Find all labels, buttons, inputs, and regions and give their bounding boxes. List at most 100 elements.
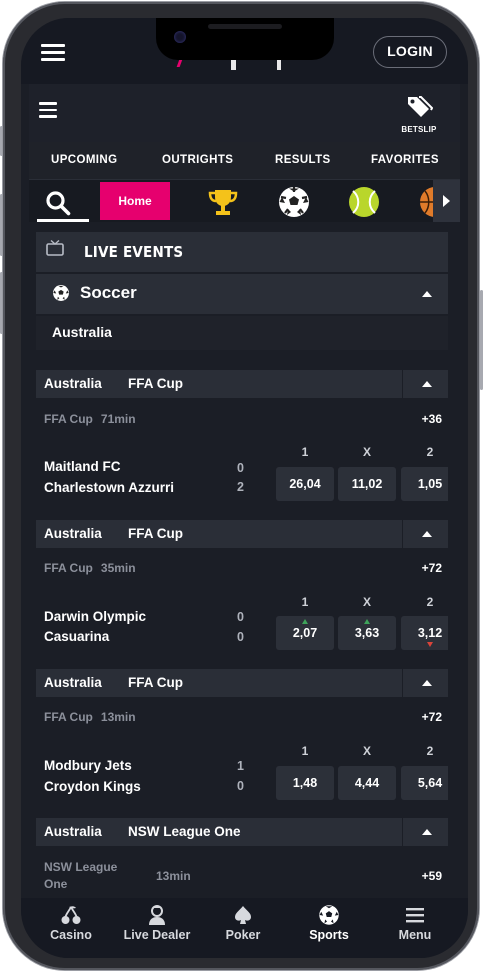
odds-draw-button[interactable]: 4,44 — [338, 766, 396, 800]
competition-collapse-button[interactable] — [402, 370, 448, 398]
nav-casino-label: Casino — [50, 928, 92, 942]
live-events-list: LIVE EVENTS Soccer Australia Australia F… — [36, 230, 448, 898]
competition-name: FFA Cup — [128, 526, 183, 541]
more-markets-link[interactable]: +36 — [422, 412, 442, 426]
away-score: 0 — [237, 779, 244, 793]
col-draw-label: X — [362, 445, 371, 459]
tennis-ball-icon[interactable] — [347, 185, 381, 219]
competition-country: Australia — [44, 675, 102, 690]
event-meta: FFA Cup 71min — [44, 412, 136, 426]
bottom-navigation: Casino Live Dealer Poker Sports Menu — [21, 898, 468, 958]
odds-away-button[interactable]: 5,64 — [401, 766, 448, 800]
live-events-header[interactable]: LIVE EVENTS — [36, 232, 448, 272]
event-meta: FFA Cup 13min — [44, 710, 136, 724]
odds-value: 2,07 — [292, 626, 318, 640]
home-team[interactable]: Darwin Olympic — [44, 609, 146, 624]
col-draw-label: X — [362, 744, 371, 758]
cherries-icon — [61, 906, 81, 924]
event-time: 13min — [100, 710, 136, 724]
competition-header[interactable]: Australia FFA Cup — [36, 520, 448, 548]
odds-home-button[interactable]: 2,07 — [276, 616, 334, 650]
odds-draw-button[interactable]: 3,63 — [338, 616, 396, 650]
nav-poker[interactable]: Poker — [203, 904, 283, 942]
region-title: Australia — [52, 324, 112, 340]
nav-sports-label: Sports — [309, 928, 349, 942]
competition-country: Australia — [44, 376, 102, 391]
soccer-ball-icon[interactable] — [277, 185, 311, 219]
competition-header[interactable]: Australia FFA Cup — [36, 669, 448, 697]
betslip-button[interactable]: BETSLIP — [399, 94, 439, 134]
odds-draw-button[interactable]: 11,02 — [338, 467, 396, 501]
spade-icon — [235, 906, 251, 924]
caret-up-icon — [422, 381, 432, 387]
sports-bar: Home — [29, 180, 460, 222]
away-team[interactable]: Croydon Kings — [44, 779, 141, 794]
event-time: 35min — [100, 561, 136, 575]
competition-collapse-button[interactable] — [402, 520, 448, 548]
odds-away-button[interactable]: 1,05 — [401, 467, 448, 501]
nav-sports[interactable]: Sports — [289, 904, 369, 942]
competition-name: NSW League One — [128, 824, 241, 839]
market-tabs: UPCOMING OUTRIGHTS RESULTS FAVORITES — [29, 142, 460, 180]
tab-outrights[interactable]: OUTRIGHTS — [162, 154, 233, 166]
soccer-ball-icon — [319, 905, 339, 925]
col-away-label: 2 — [426, 744, 434, 758]
soccer-section-header[interactable]: Soccer — [36, 274, 448, 314]
region-header[interactable]: Australia — [36, 316, 448, 350]
search-active-indicator — [37, 219, 89, 222]
sports-scroll-right-button[interactable] — [433, 180, 460, 222]
event-competition-line1: NSW League — [44, 860, 118, 874]
soccer-ball-icon — [53, 285, 69, 301]
sportsbook-menu-icon[interactable] — [39, 102, 57, 118]
col-home-label: 1 — [301, 744, 309, 758]
home-team[interactable]: Modbury Jets — [44, 758, 132, 773]
competition-header[interactable]: Australia FFA Cup — [36, 370, 448, 398]
odds-value: 3,12 — [417, 626, 443, 640]
collapse-caret-icon[interactable] — [422, 291, 432, 297]
away-team[interactable]: Casuarina — [44, 629, 109, 644]
home-score: 1 — [237, 759, 244, 773]
login-button[interactable]: LOGIN — [373, 36, 447, 68]
front-camera — [174, 31, 186, 43]
odds-away-button[interactable]: 3,12 — [401, 616, 448, 650]
trophy-icon[interactable] — [206, 185, 240, 219]
col-draw-label: X — [362, 595, 371, 609]
search-icon[interactable] — [45, 190, 71, 216]
tab-results[interactable]: RESULTS — [275, 154, 331, 166]
odds-home-button[interactable]: 1,48 — [276, 766, 334, 800]
competition-header[interactable]: Australia NSW League One — [36, 818, 448, 846]
col-home-label: 1 — [301, 595, 309, 609]
home-score: 0 — [237, 461, 244, 475]
phone-frame: LOGIN BETSLIP UPCOMING OUTRIGHTS RESULTS… — [3, 2, 479, 970]
more-markets-link[interactable]: +72 — [422, 710, 442, 724]
odds-up-icon — [302, 619, 308, 624]
more-markets-link[interactable]: +72 — [422, 561, 442, 575]
away-team[interactable]: Charlestown Azzurri — [44, 480, 174, 495]
dealer-icon — [149, 905, 165, 925]
nav-casino[interactable]: Casino — [31, 904, 111, 942]
col-home-label: 1 — [301, 445, 309, 459]
away-score: 2 — [237, 480, 244, 494]
home-score: 0 — [237, 610, 244, 624]
nav-menu[interactable]: Menu — [375, 904, 455, 942]
tab-upcoming[interactable]: UPCOMING — [51, 154, 117, 166]
more-markets-link[interactable]: +59 — [422, 869, 442, 883]
competition-country: Australia — [44, 824, 102, 839]
home-tab[interactable]: Home — [100, 182, 170, 220]
event-meta: FFA Cup 35min — [44, 561, 136, 575]
competition-collapse-button[interactable] — [402, 818, 448, 846]
odds-home-button[interactable]: 26,04 — [276, 467, 334, 501]
nav-poker-label: Poker — [225, 928, 261, 942]
competition-name: FFA Cup — [128, 376, 183, 391]
main-menu-icon[interactable] — [41, 44, 65, 62]
event-time: 71min — [100, 412, 136, 426]
competition-collapse-button[interactable] — [402, 669, 448, 697]
caret-up-icon — [422, 531, 432, 537]
nav-live-dealer[interactable]: Live Dealer — [117, 904, 197, 942]
tv-icon — [46, 240, 64, 256]
col-away-label: 2 — [426, 445, 434, 459]
home-team[interactable]: Maitland FC — [44, 459, 121, 474]
odds-down-icon — [427, 642, 433, 647]
event-time: 13min — [156, 869, 191, 883]
tab-favorites[interactable]: FAVORITES — [371, 154, 439, 166]
